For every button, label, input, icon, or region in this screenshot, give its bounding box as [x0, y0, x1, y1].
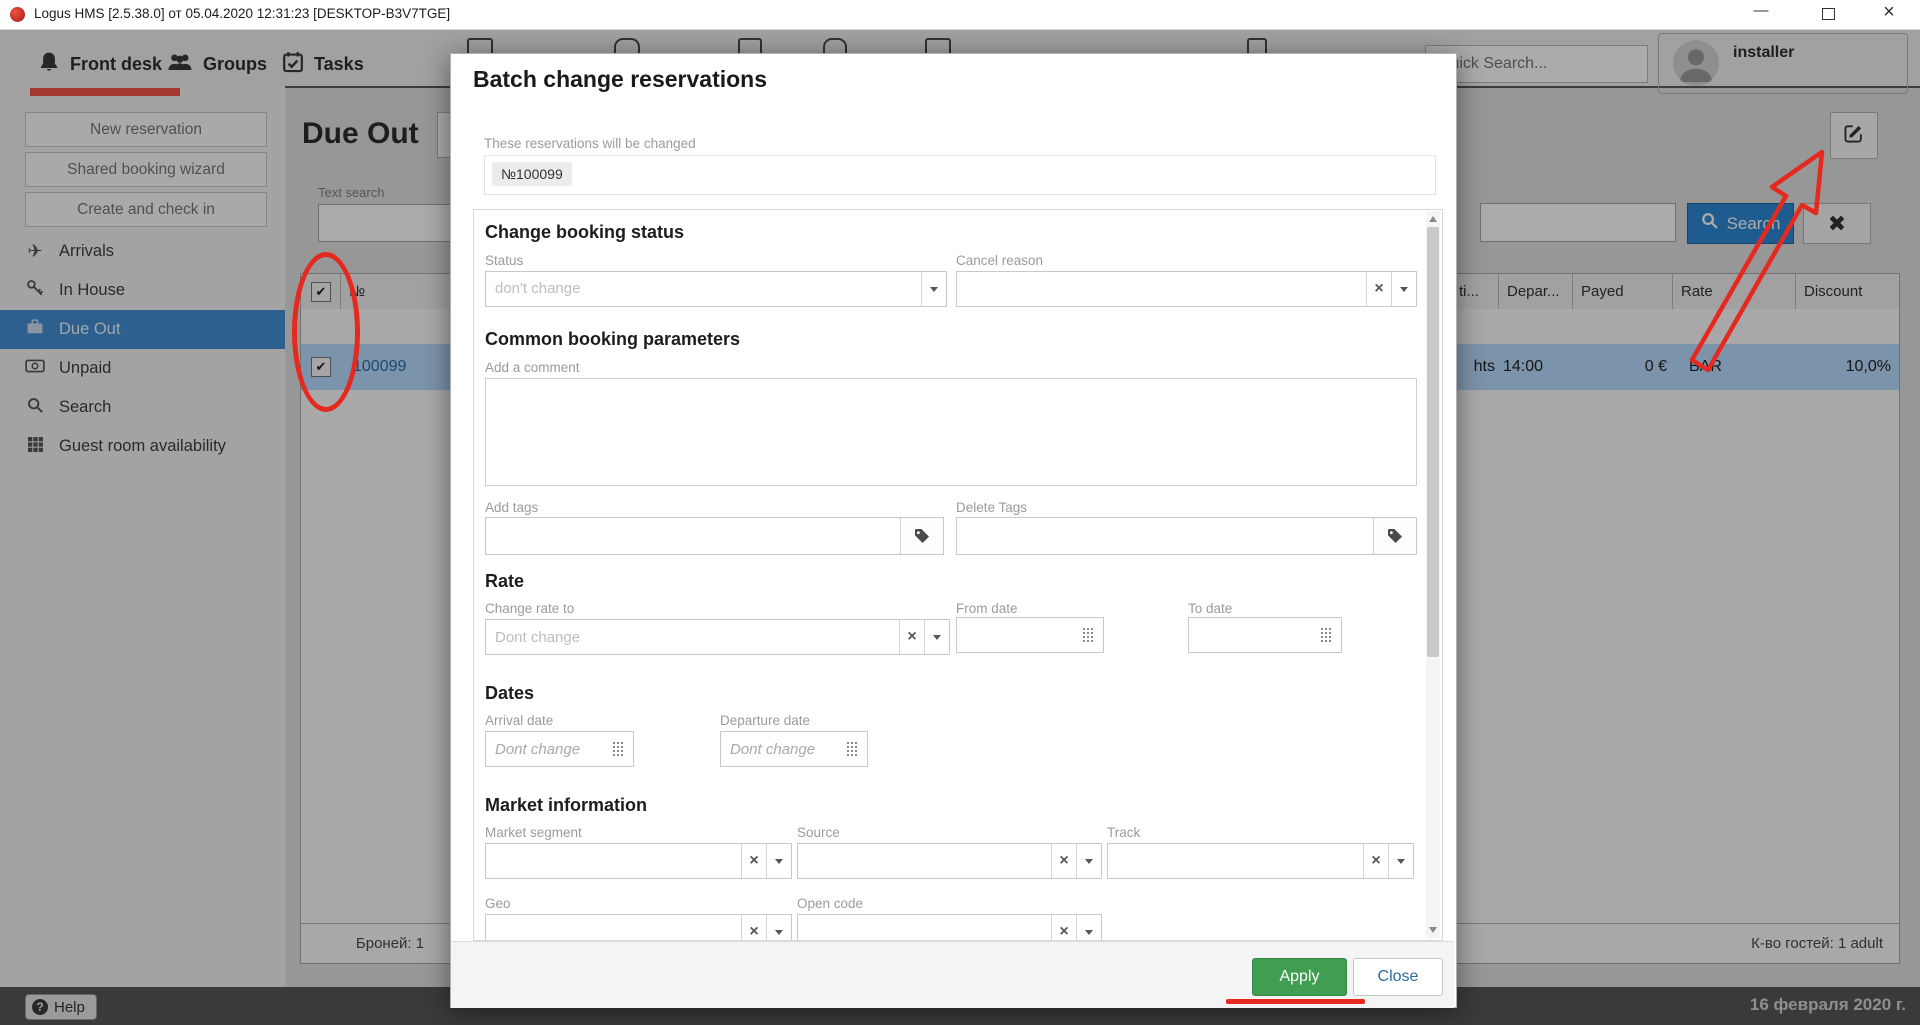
delete-tags-label: Delete Tags [956, 500, 1027, 515]
arrival-date-field[interactable] [485, 731, 634, 767]
window-title: Logus HMS [2.5.38.0] от 05.04.2020 12:31… [34, 6, 450, 21]
to-date-input[interactable] [1189, 618, 1321, 652]
change-rate-label: Change rate to [485, 601, 574, 616]
open-code-label: Open code [797, 896, 863, 911]
market-segment-input[interactable] [486, 844, 741, 878]
reservations-will-change-label: These reservations will be changed [484, 136, 696, 151]
dialog-title: Batch change reservations [473, 66, 767, 93]
clear-icon[interactable]: × [1051, 915, 1076, 941]
scroll-up-arrow[interactable] [1429, 216, 1437, 222]
clear-icon[interactable]: × [899, 620, 924, 654]
close-window-button[interactable]: × [1872, 0, 1906, 26]
section-heading-rate: Rate [485, 571, 524, 592]
calendar-icon[interactable] [1083, 628, 1095, 643]
calendar-icon[interactable] [1321, 628, 1333, 643]
section-heading-common: Common booking parameters [485, 329, 740, 350]
delete-tags-input[interactable] [957, 518, 1373, 554]
chevron-down-icon[interactable] [1388, 844, 1413, 878]
dialog-scrollbar[interactable] [1426, 211, 1440, 938]
source-label: Source [797, 825, 840, 840]
add-tags-input[interactable] [486, 518, 900, 554]
reservation-token: №100099 [492, 162, 572, 186]
open-code-select[interactable]: × [797, 914, 1102, 941]
change-rate-select[interactable]: × [485, 619, 950, 655]
from-date-label: From date [956, 601, 1018, 616]
calendar-icon[interactable] [613, 742, 625, 757]
section-heading-market: Market information [485, 795, 647, 816]
chevron-down-icon[interactable] [766, 915, 791, 941]
arrival-date-label: Arrival date [485, 713, 553, 728]
change-rate-input[interactable] [486, 620, 899, 654]
status-select[interactable]: don't change [485, 271, 947, 307]
chevron-down-icon[interactable] [924, 620, 949, 654]
calendar-icon[interactable] [847, 742, 859, 757]
market-segment-label: Market segment [485, 825, 582, 840]
clear-icon[interactable]: × [741, 915, 766, 941]
add-tags-label: Add tags [485, 500, 538, 515]
window-title-bar: Logus HMS [2.5.38.0] от 05.04.2020 12:31… [0, 0, 1920, 30]
chevron-down-icon[interactable] [766, 844, 791, 878]
open-code-input[interactable] [798, 915, 1051, 941]
comment-textarea[interactable] [485, 378, 1417, 486]
chevron-down-icon[interactable] [1076, 844, 1101, 878]
clear-icon[interactable]: × [1366, 272, 1391, 306]
chevron-down-icon[interactable] [1076, 915, 1101, 941]
chevron-down-icon[interactable] [1391, 272, 1416, 306]
track-select[interactable]: × [1107, 843, 1414, 879]
add-tags-field[interactable] [485, 517, 944, 555]
status-value: don't change [486, 272, 921, 306]
clear-icon[interactable]: × [741, 844, 766, 878]
section-heading-dates: Dates [485, 683, 534, 704]
departure-date-field[interactable] [720, 731, 868, 767]
scrollbar-thumb[interactable] [1427, 227, 1439, 657]
geo-label: Geo [485, 896, 511, 911]
to-date-label: To date [1188, 601, 1232, 616]
close-button[interactable]: Close [1353, 958, 1443, 996]
market-segment-select[interactable]: × [485, 843, 792, 879]
delete-tags-field[interactable] [956, 517, 1417, 555]
cancel-reason-select[interactable]: × [956, 271, 1417, 307]
source-input[interactable] [798, 844, 1051, 878]
minimize-button[interactable]: — [1744, 0, 1778, 26]
app-logo-icon [10, 7, 25, 22]
dialog-footer: Apply Close [451, 941, 1454, 1008]
arrival-date-input[interactable] [486, 732, 613, 766]
dialog-scroll-area: Change booking status Status don't chang… [473, 209, 1443, 941]
from-date-field[interactable] [956, 617, 1104, 653]
reservations-token-field[interactable]: №100099 [484, 155, 1436, 195]
cancel-reason-input[interactable] [957, 272, 1366, 306]
geo-select[interactable]: × [485, 914, 792, 941]
status-label: Status [485, 253, 523, 268]
to-date-field[interactable] [1188, 617, 1342, 653]
clear-icon[interactable]: × [1051, 844, 1076, 878]
maximize-button[interactable] [1822, 8, 1835, 20]
track-label: Track [1107, 825, 1140, 840]
batch-change-reservations-dialog: Batch change reservations These reservat… [450, 53, 1457, 1008]
apply-button[interactable]: Apply [1252, 958, 1347, 996]
source-select[interactable]: × [797, 843, 1102, 879]
cancel-reason-label: Cancel reason [956, 253, 1043, 268]
from-date-input[interactable] [957, 618, 1083, 652]
scroll-down-arrow[interactable] [1429, 927, 1437, 933]
geo-input[interactable] [486, 915, 741, 941]
tag-icon[interactable] [1373, 518, 1416, 554]
clear-icon[interactable]: × [1363, 844, 1388, 878]
chevron-down-icon[interactable] [921, 272, 946, 306]
comment-label: Add a comment [485, 360, 580, 375]
section-heading-booking-status: Change booking status [485, 222, 684, 243]
departure-date-label: Departure date [720, 713, 810, 728]
departure-date-input[interactable] [721, 732, 847, 766]
track-input[interactable] [1108, 844, 1363, 878]
tag-icon[interactable] [900, 518, 943, 554]
